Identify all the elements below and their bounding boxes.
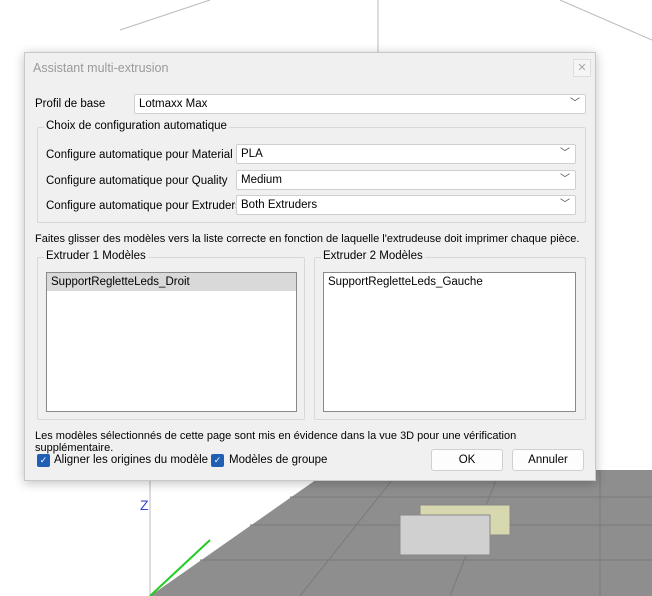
- close-icon[interactable]: ✕: [573, 59, 591, 77]
- multi-extrusion-dialog: Assistant multi-extrusion ✕ Profil de ba…: [24, 52, 596, 481]
- ok-button[interactable]: OK: [431, 449, 503, 471]
- material-label: Configure automatique pour Material: [46, 149, 233, 161]
- extruders-select[interactable]: Both Extruders ﹀: [236, 195, 576, 215]
- note-text: Les modèles sélectionnés de cette page s…: [35, 430, 517, 454]
- extruders-label: Configure automatique pour Extruders: [46, 200, 241, 212]
- chevron-down-icon: ﹀: [560, 148, 570, 159]
- base-profile-select[interactable]: Lotmaxx Max ﹀: [134, 94, 586, 114]
- list-item[interactable]: SupportRegletteLeds_Droit: [47, 273, 296, 291]
- material-select[interactable]: PLA ﹀: [236, 144, 576, 164]
- align-origins-checkbox[interactable]: ✓: [37, 454, 50, 467]
- list-item[interactable]: SupportRegletteLeds_Gauche: [324, 273, 575, 291]
- extruders-value: Both Extruders: [241, 199, 318, 211]
- chevron-down-icon: ﹀: [560, 199, 570, 210]
- auto-config-title: Choix de configuration automatique: [44, 120, 229, 132]
- quality-label: Configure automatique pour Quality: [46, 175, 228, 187]
- group-models-checkbox[interactable]: ✓: [211, 454, 224, 467]
- material-value: PLA: [241, 148, 263, 160]
- extruder2-list[interactable]: SupportRegletteLeds_Gauche: [323, 272, 576, 412]
- align-origins-label[interactable]: Aligner les origines du modèle: [54, 454, 208, 466]
- extruder2-title: Extruder 2 Modèles: [321, 250, 425, 262]
- chevron-down-icon: ﹀: [560, 174, 570, 185]
- base-profile-value: Lotmaxx Max: [139, 98, 208, 110]
- quality-value: Medium: [241, 174, 282, 186]
- instruction-text: Faites glisser des modèles vers la liste…: [35, 233, 580, 245]
- quality-select[interactable]: Medium ﹀: [236, 170, 576, 190]
- extruder1-title: Extruder 1 Modèles: [44, 250, 148, 262]
- dialog-title: Assistant multi-extrusion: [33, 61, 169, 75]
- z-axis-label: Z: [140, 497, 149, 513]
- group-models-label[interactable]: Modèles de groupe: [229, 454, 327, 466]
- base-profile-label: Profil de base: [35, 98, 106, 110]
- extruder1-list[interactable]: SupportRegletteLeds_Droit: [46, 272, 297, 412]
- cancel-button[interactable]: Annuler: [512, 449, 584, 471]
- chevron-down-icon: ﹀: [570, 98, 580, 109]
- model-droit: [399, 514, 491, 556]
